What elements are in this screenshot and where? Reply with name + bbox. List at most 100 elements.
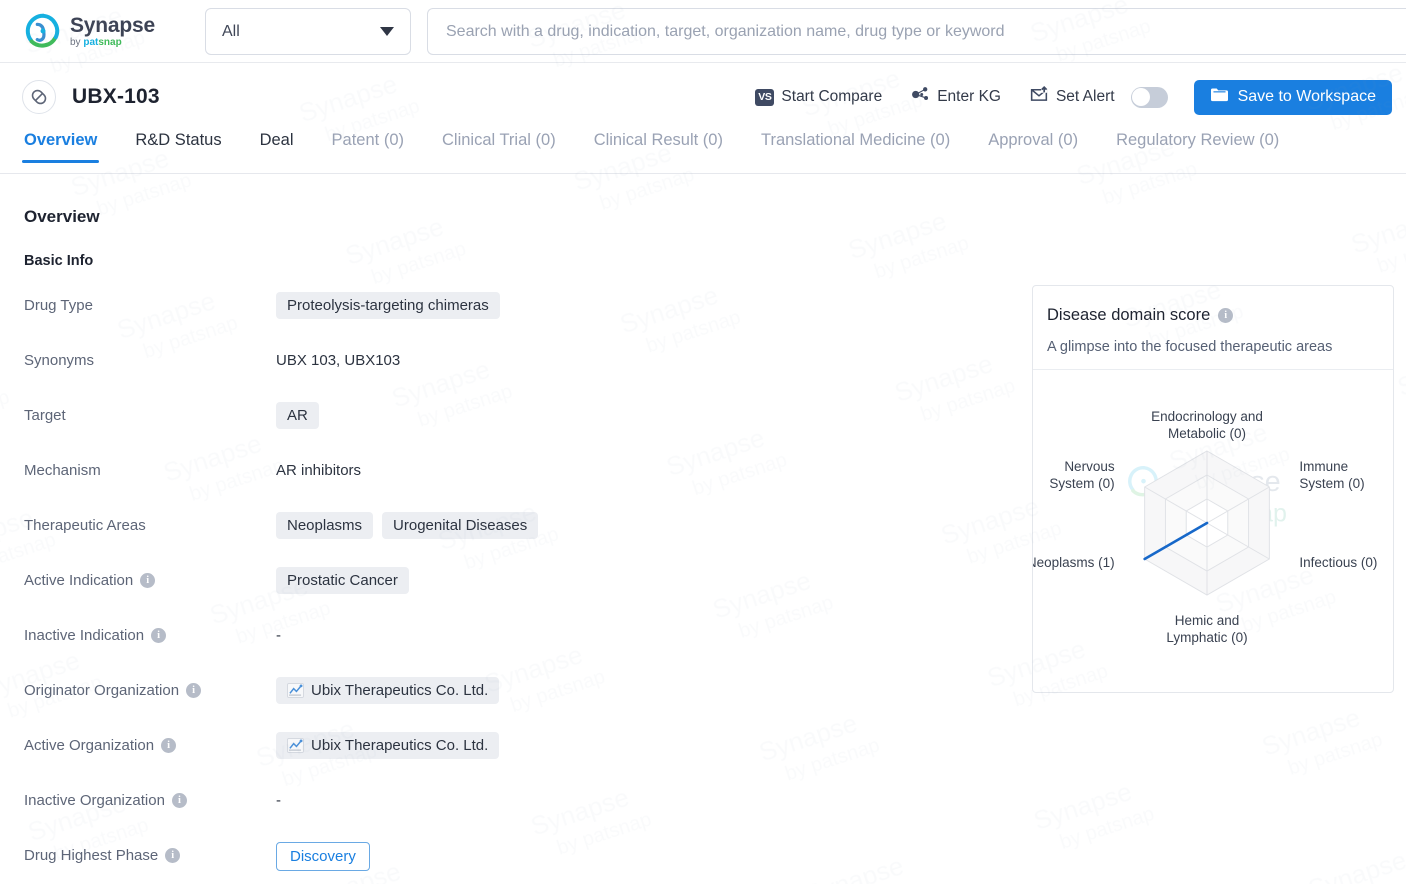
value-chip[interactable]: Neoplasms bbox=[276, 512, 374, 539]
radar-axis-label: Immune System (0) bbox=[1299, 459, 1364, 491]
info-row-label: Drug Type bbox=[24, 297, 93, 314]
info-row-label: Drug Highest Phase i bbox=[24, 847, 181, 864]
page-title: UBX-103 bbox=[72, 85, 160, 108]
chevron-down-icon bbox=[380, 27, 394, 36]
info-row-label: Target bbox=[24, 407, 66, 424]
value-chip[interactable]: AR bbox=[276, 402, 319, 429]
tab-deal[interactable]: Deal bbox=[260, 131, 294, 162]
search-scope-select[interactable]: All bbox=[205, 8, 411, 55]
knowledge-graph-icon bbox=[910, 85, 930, 109]
info-row-value: UBX 103, UBX103 bbox=[276, 347, 400, 369]
value-text: UBX 103, UBX103 bbox=[276, 352, 401, 369]
info-row-label-text: Drug Type bbox=[24, 297, 93, 314]
brand-tagline: by patsnap bbox=[70, 36, 122, 48]
info-row: Target AR bbox=[0, 394, 1010, 449]
info-row-value: Proteolysis-targeting chimeras bbox=[276, 292, 500, 319]
info-row-label-text: Drug Highest Phase bbox=[24, 847, 159, 864]
info-row-value: Discovery bbox=[276, 842, 370, 871]
info-row-value: Ubix Therapeutics Co. Ltd. bbox=[276, 677, 500, 704]
search-input[interactable] bbox=[444, 21, 1390, 42]
start-compare-button[interactable]: VS Start Compare bbox=[741, 80, 896, 114]
radar-axis-label: Nervous System (0) bbox=[1049, 459, 1115, 491]
overview-section-title: Overview bbox=[24, 207, 100, 226]
empty-value: - bbox=[276, 787, 281, 809]
info-row-value: Ubix Therapeutics Co. Ltd. bbox=[276, 732, 500, 759]
info-row-value: - bbox=[276, 787, 281, 809]
info-row-label: Originator Organization i bbox=[24, 682, 202, 699]
enter-kg-label: Enter KG bbox=[937, 88, 1001, 105]
info-row-label-text: Target bbox=[24, 407, 66, 424]
enter-kg-button[interactable]: Enter KG bbox=[896, 80, 1015, 114]
plain-value: UBX 103, UBX103 bbox=[276, 347, 400, 369]
set-alert-label: Set Alert bbox=[1055, 88, 1115, 105]
save-to-workspace-label: Save to Workspace bbox=[1237, 88, 1376, 105]
radar-axis-label: Hemic and Lymphatic (0) bbox=[1166, 613, 1247, 645]
alert-bookmark-icon bbox=[1029, 85, 1049, 109]
organization-chip[interactable]: Ubix Therapeutics Co. Ltd. bbox=[276, 677, 500, 704]
value-text: Neoplasms bbox=[287, 517, 363, 534]
info-row-value: - bbox=[276, 622, 281, 644]
radar-axis-label: Neoplasms (1) bbox=[1033, 555, 1115, 570]
tab-patent-0[interactable]: Patent (0) bbox=[332, 131, 404, 162]
value-chip[interactable]: Urogenital Diseases bbox=[382, 512, 539, 539]
info-icon[interactable]: i bbox=[165, 848, 181, 863]
pill-capsule-icon bbox=[22, 80, 56, 114]
info-icon[interactable]: i bbox=[186, 683, 202, 698]
plain-value: AR inhibitors bbox=[276, 457, 361, 479]
main-content: Overview Basic Info Drug Type Proteolysis… bbox=[0, 174, 1406, 884]
value-text: AR inhibitors bbox=[276, 462, 362, 479]
value-text: Ubix Therapeutics Co. Ltd. bbox=[311, 737, 489, 754]
info-row-value: AR bbox=[276, 402, 319, 429]
info-row-value: Prostatic Cancer bbox=[276, 567, 409, 594]
radar-chart-svg: Endocrinology and Metabolic (0) Immune Syst… bbox=[1033, 409, 1377, 645]
value-chip[interactable]: Proteolysis-targeting chimeras bbox=[276, 292, 500, 319]
tab-clinical-trial-0[interactable]: Clinical Trial (0) bbox=[442, 131, 556, 162]
score-card-title-row: Disease domain score i bbox=[1047, 306, 1393, 325]
basic-info-title: Basic Info bbox=[24, 253, 94, 269]
info-icon[interactable]: i bbox=[151, 628, 167, 643]
toggle-knob bbox=[1132, 88, 1151, 106]
info-row-label-text: Inactive Indication bbox=[24, 627, 145, 644]
info-row-label: Therapeutic Areas bbox=[24, 517, 146, 534]
value-text: - bbox=[276, 792, 281, 809]
info-icon[interactable]: i bbox=[171, 793, 187, 808]
info-row-value: AR inhibitors bbox=[276, 457, 361, 479]
info-row: Drug Highest Phase i Discovery bbox=[0, 834, 1010, 884]
info-icon[interactable]: i bbox=[140, 573, 156, 588]
tab-approval-0[interactable]: Approval (0) bbox=[988, 131, 1078, 162]
save-to-workspace-button[interactable]: Save to Workspace bbox=[1193, 79, 1392, 115]
value-text: Urogenital Diseases bbox=[393, 517, 528, 534]
info-row-label-text: Therapeutic Areas bbox=[24, 517, 146, 534]
value-text: Proteolysis-targeting chimeras bbox=[287, 297, 489, 314]
page-root: Synapse by patsnap Synapse by patsnap bbox=[0, 0, 1406, 884]
value-text: Ubix Therapeutics Co. Ltd. bbox=[311, 682, 489, 699]
set-alert-button[interactable]: Set Alert bbox=[1015, 80, 1182, 114]
value-chip[interactable]: Prostatic Cancer bbox=[276, 567, 409, 594]
info-icon[interactable]: i bbox=[161, 738, 177, 753]
info-row: Therapeutic Areas Neoplasms Urogenital Dis… bbox=[0, 504, 1010, 559]
detail-tabs: Overview R&D Status Deal Patent (0) Clinical… bbox=[0, 131, 1406, 174]
info-icon[interactable]: i bbox=[1218, 308, 1234, 323]
tab-r-d-status[interactable]: R&D Status bbox=[135, 131, 221, 162]
global-top-bar: Synapse by patsnap All bbox=[0, 0, 1406, 63]
folder-icon bbox=[1210, 86, 1229, 108]
tab-translational-medicine-0[interactable]: Translational Medicine (0) bbox=[761, 131, 950, 162]
tab-overview[interactable]: Overview bbox=[21, 131, 100, 163]
info-row: Active Indication i Prostatic Cancer bbox=[0, 559, 1010, 614]
info-row-label: Inactive Indication i bbox=[24, 627, 167, 644]
info-row-label-text: Originator Organization bbox=[24, 682, 180, 699]
info-row: Mechanism AR inhibitors bbox=[0, 449, 1010, 504]
organization-chip[interactable]: Ubix Therapeutics Co. Ltd. bbox=[276, 732, 500, 759]
value-text: Prostatic Cancer bbox=[287, 572, 398, 589]
info-row-label-text: Active Indication bbox=[24, 572, 134, 589]
drug-header: UBX-103 VS Start Compare Enter KG Set Al… bbox=[0, 63, 1406, 131]
brand-logo-area[interactable]: Synapse by patsnap bbox=[24, 12, 184, 50]
set-alert-toggle[interactable] bbox=[1130, 86, 1168, 108]
global-search-box[interactable] bbox=[427, 8, 1406, 55]
info-row-value: Neoplasms Urogenital Diseases bbox=[276, 512, 539, 539]
info-row-label: Inactive Organization i bbox=[24, 792, 187, 809]
tab-regulatory-review-0[interactable]: Regulatory Review (0) bbox=[1116, 131, 1279, 162]
drug-phase-badge[interactable]: Discovery bbox=[276, 842, 370, 871]
tab-clinical-result-0[interactable]: Clinical Result (0) bbox=[594, 131, 723, 162]
radar-chart: Synapse by patsnap Endocrinology andMeta… bbox=[1033, 370, 1393, 700]
